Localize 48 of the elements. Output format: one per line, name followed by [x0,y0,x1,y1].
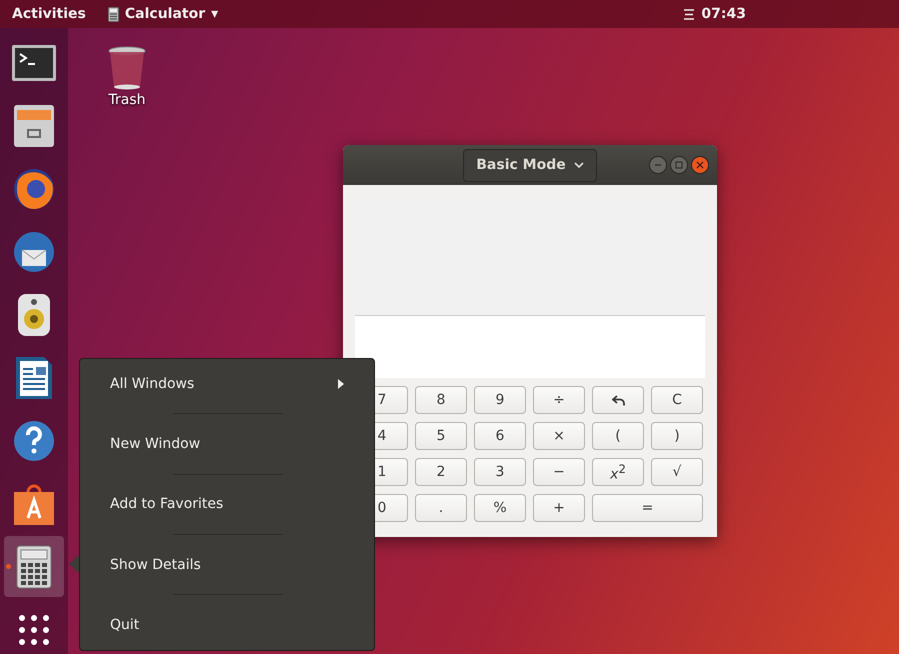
calculator-key[interactable]: ) [651,422,703,450]
maximize-button[interactable] [670,156,688,174]
calculator-icon [16,544,52,588]
calculator-key[interactable]: √ [651,458,703,486]
desktop-icon-label[interactable]: Trash [108,92,146,108]
file-cabinet-icon [13,104,55,148]
equals-key[interactable]: = [592,494,703,522]
terminal-icon [11,44,57,82]
calculator-key[interactable]: ÷ [533,386,585,414]
minimize-button[interactable] [649,156,667,174]
backspace-button[interactable] [592,386,644,414]
calculator-icon [108,6,119,22]
calculator-key[interactable]: x$^{2}$ [592,458,644,486]
calculator-key[interactable]: ( [592,422,644,450]
document-icon [14,354,54,400]
input-field[interactable] [355,316,705,378]
chevron-down-icon [574,162,584,168]
menu-item[interactable]: Show Details [80,544,374,585]
grid-dots-icon [19,614,49,644]
calculator-key[interactable]: 8 [415,386,467,414]
menu-item[interactable]: Quit [80,605,374,646]
calculator-key[interactable]: + [533,494,585,522]
trash-can-icon[interactable] [108,46,146,90]
calculator-key[interactable]: 3 [474,458,526,486]
calculator-key[interactable]: . [415,494,467,522]
clock[interactable]: 07:43 [701,6,746,22]
undo-arrow-icon [612,394,624,406]
calculator-key[interactable]: 2 [415,458,467,486]
speaker-icon [15,292,53,336]
calculator-key[interactable]: 9 [474,386,526,414]
calculator-key[interactable]: C [651,386,703,414]
app-menu[interactable]: Calculator ▾ [108,6,218,22]
bird-envelope-icon [12,230,56,274]
calculator-key[interactable]: 6 [474,422,526,450]
question-mark-icon [13,420,55,462]
dock-item[interactable] [4,536,64,597]
calculator-key[interactable]: × [533,422,585,450]
notification-icon[interactable] [683,8,696,20]
fox-globe-icon [12,166,56,210]
mode-dropdown[interactable]: Basic Mode [463,148,597,182]
activities-button[interactable]: Activities [12,6,86,22]
calculator-key[interactable]: % [474,494,526,522]
close-icon [696,161,704,169]
close-button[interactable] [691,156,709,174]
calculator-key[interactable]: 5 [415,422,467,450]
calculator-key[interactable]: − [533,458,585,486]
maximize-icon [675,161,683,169]
shopping-bag-icon [12,482,56,526]
